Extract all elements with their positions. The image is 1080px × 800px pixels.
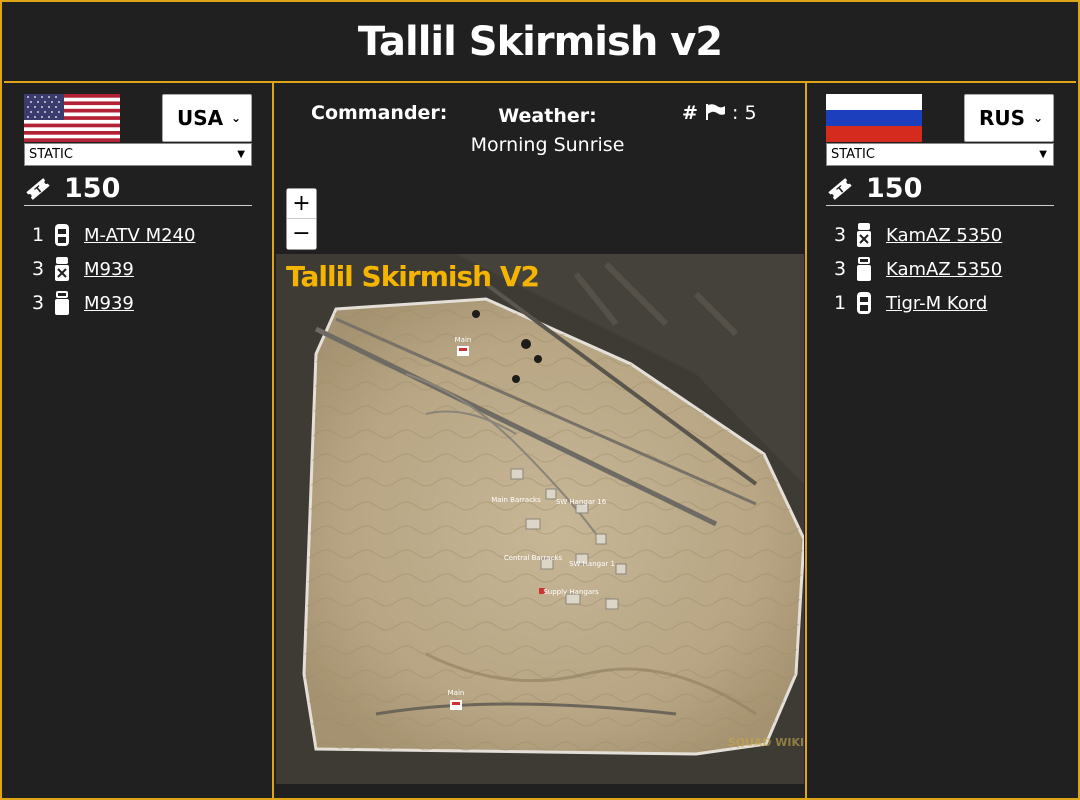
zoom-controls: + − [286,188,317,250]
caps-prefix: # [682,102,698,124]
map-label: Main Barracks [491,496,541,504]
map-label: Main [448,689,465,697]
team1-preset-select[interactable]: STATIC ▼ [24,143,252,166]
vehicle-link[interactable]: KamAZ 5350 [886,259,1002,280]
vehicle-link[interactable]: Tigr-M Kord [886,293,987,314]
flag-icon [705,104,725,120]
map-panel: Commander: Weather: Morning Sunrise # : … [276,84,806,800]
caps-value: : 5 [732,102,757,124]
commander-info: Commander: [311,102,447,124]
vehicle-link[interactable]: M939 [84,293,134,314]
map-title: Tallil Skirmish V2 [286,260,540,293]
left-divider [272,83,274,800]
team1-faction-select[interactable]: USA ⌄ [162,94,252,142]
ticket-icon: T [26,177,50,200]
map-label: Supply Hangars [543,588,599,596]
team2-ticket-count: 150 [866,173,923,204]
vehicle-row: 3 KamAZ 5350 [834,218,1054,252]
map-image: Main Main Main Barracks SW Hangar 16 Cen… [276,254,804,784]
vehicle-row: 3 M939 [32,252,252,286]
vehicle-row: 3 KamAZ 5350 [834,252,1054,286]
team1-vehicle-list: 1 M-ATV M240 3 M939 3 M939 [32,218,252,320]
zoom-in-button[interactable]: + [287,189,316,219]
team2-preset-value: STATIC [831,147,875,162]
team1-preset-value: STATIC [29,147,73,162]
vehicle-row: 1 Tigr-M Kord [834,286,1054,320]
transport-truck-icon [857,257,871,281]
zoom-out-button[interactable]: − [287,219,316,249]
mrap-icon [55,224,69,246]
vehicle-row: 1 M-ATV M240 [32,218,252,252]
vehicle-link[interactable]: KamAZ 5350 [886,225,1002,246]
team2-faction-value: RUS [979,106,1026,130]
team2-tickets: T 150 [826,172,1054,206]
map-label: SW Hangar 1 [569,560,615,568]
team2-vehicle-list: 3 KamAZ 5350 3 KamAZ 5350 1 Tigr-M Kord [834,218,1054,320]
chevron-down-icon: ▼ [237,149,245,160]
vehicle-link[interactable]: M-ATV M240 [84,225,195,246]
page-header: Tallil Skirmish v2 [4,3,1076,83]
transport-truck-icon [55,291,69,315]
chevron-down-icon: ▼ [1039,149,1047,160]
vehicle-count: 1 [834,292,847,314]
page-title: Tallil Skirmish v2 [357,19,723,65]
usa-flag-icon [24,94,120,142]
team2-preset-select[interactable]: STATIC ▼ [826,143,1054,166]
vehicle-count: 1 [32,224,45,246]
logistics-truck-icon [55,257,69,281]
map-label: Central Barracks [504,554,563,562]
russia-flag-icon [826,94,922,142]
map-label: Main [455,336,472,344]
map-watermark: SQUAD WIKI [728,736,804,749]
chevron-down-icon: ⌄ [1032,111,1043,125]
vehicle-link[interactable]: M939 [84,259,134,280]
weather-value: Morning Sunrise [470,134,625,156]
weather-info: Weather: Morning Sunrise [460,102,635,160]
ticket-icon: T [828,177,852,200]
team2-faction-select[interactable]: RUS ⌄ [964,94,1054,142]
vehicle-row: 3 M939 [32,286,252,320]
vehicle-count: 3 [834,224,847,246]
map-view[interactable]: Main Main Main Barracks SW Hangar 16 Cen… [276,254,804,784]
logistics-truck-icon [857,223,871,247]
weather-label: Weather: [498,105,597,127]
vehicle-count: 3 [32,258,45,280]
team1-ticket-count: 150 [64,173,121,204]
vehicle-count: 3 [834,258,847,280]
map-label: SW Hangar 16 [556,498,607,506]
team1-tickets: T 150 [24,172,252,206]
mrap-icon [857,292,871,314]
commander-label: Commander: [311,102,448,124]
capture-points-info: # : 5 [682,102,757,124]
chevron-down-icon: ⌄ [230,111,241,125]
team1-faction-value: USA [177,106,224,130]
vehicle-count: 3 [32,292,45,314]
